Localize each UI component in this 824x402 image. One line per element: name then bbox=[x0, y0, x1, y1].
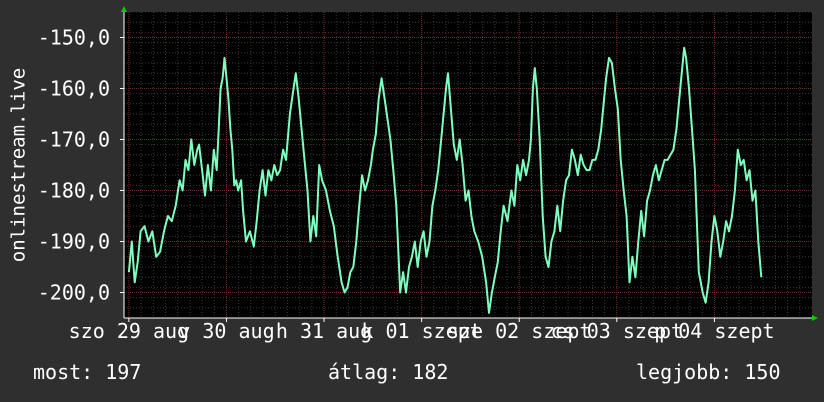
y-axis-arrow-icon bbox=[121, 6, 127, 12]
stat-now: most: 197 bbox=[33, 360, 141, 384]
y-axis-label: onlinestream.live bbox=[8, 68, 30, 262]
stat-now-label: most: bbox=[33, 360, 94, 384]
x-tick-label: h 31 aug bbox=[276, 319, 372, 343]
y-tick-label: -200,0 bbox=[38, 281, 110, 305]
x-axis: szo 29 augv 30 aug h 31 augk 01 szeptsze … bbox=[69, 318, 775, 343]
stat-now-value: 197 bbox=[105, 360, 142, 384]
stat-average: átlag: 182 bbox=[328, 360, 448, 384]
x-tick-label: v 30 aug bbox=[178, 319, 274, 343]
y-tick-label: -170,0 bbox=[38, 128, 110, 152]
stat-best-value: 150 bbox=[744, 360, 781, 384]
y-tick-label: -160,0 bbox=[38, 77, 110, 101]
y-tick-label: -180,0 bbox=[38, 179, 110, 203]
stat-average-label: átlag: bbox=[328, 360, 401, 384]
y-tick-label: -150,0 bbox=[38, 26, 110, 50]
x-axis-arrow-icon bbox=[812, 315, 818, 321]
x-tick-label: szo 29 aug bbox=[69, 319, 189, 343]
stats-bar: most: 197 átlag: 182 legjobb: 150 bbox=[0, 360, 824, 392]
y-tick-label: -190,0 bbox=[38, 230, 110, 254]
stat-average-value: 182 bbox=[412, 360, 449, 384]
chart: -150,0 -160,0 -170,0 -180,0 -190,0 -200,0 szo… bbox=[8, 6, 818, 343]
stat-best-label: legjobb: bbox=[636, 360, 733, 384]
y-axis: -150,0 -160,0 -170,0 -180,0 -190,0 -200,0 bbox=[38, 26, 124, 305]
x-tick-label: p 04 szept bbox=[654, 319, 774, 343]
stat-best: legjobb: 150 bbox=[636, 360, 781, 384]
